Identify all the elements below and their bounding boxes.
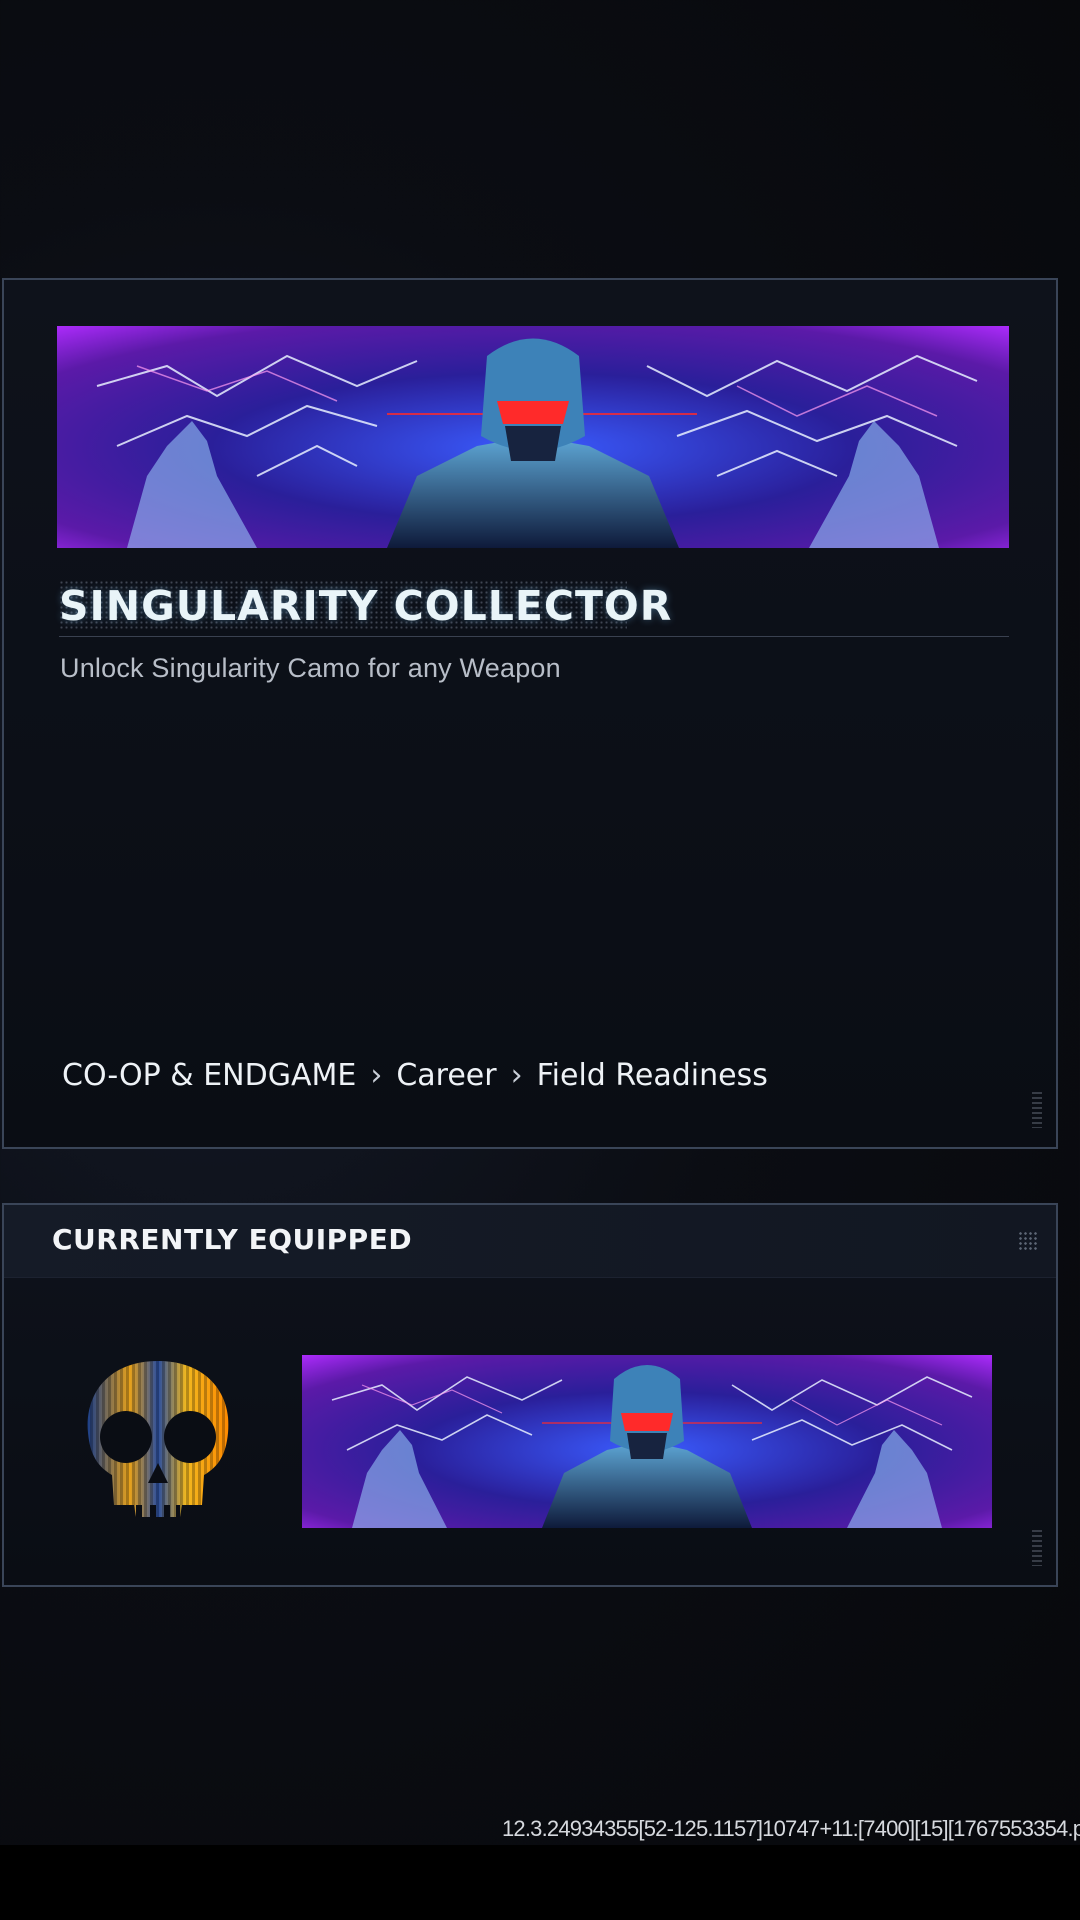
corner-mark [1032, 1530, 1042, 1566]
calling-card-banner [57, 326, 1009, 548]
screen-bottom-letterbox [0, 1845, 1080, 1920]
achievement-title-block: SINGULARITY COLLECTOR [59, 580, 1009, 637]
corner-mark [1032, 1092, 1042, 1128]
achievement-detail-panel: SINGULARITY COLLECTOR Unlock Singularity… [2, 278, 1058, 1149]
equipped-title: CURRENTLY EQUIPPED [52, 1223, 413, 1256]
breadcrumb: CO-OP & ENDGAME › Career › Field Readine… [62, 1058, 768, 1093]
equipped-calling-card[interactable] [302, 1355, 992, 1528]
build-debug-string: 12.3.24934355[52-125.1157]10747+11:[7400… [502, 1816, 1080, 1841]
grid-icon [1018, 1231, 1038, 1251]
achievement-description: Unlock Singularity Camo for any Weapon [60, 653, 561, 683]
currently-equipped-panel: CURRENTLY EQUIPPED [2, 1203, 1058, 1587]
breadcrumb-item-career[interactable]: Career [396, 1058, 496, 1093]
breadcrumb-item-coop[interactable]: CO-OP & ENDGAME [62, 1058, 356, 1093]
breadcrumb-separator: › [370, 1058, 383, 1093]
breadcrumb-item-field-readiness[interactable]: Field Readiness [537, 1058, 768, 1093]
achievement-title: SINGULARITY COLLECTOR [59, 582, 673, 630]
calling-card-art [57, 326, 1009, 548]
equipped-calling-card-art [302, 1355, 992, 1528]
breadcrumb-separator: › [510, 1058, 523, 1093]
skull-emblem-icon[interactable] [78, 1355, 238, 1523]
equipped-header: CURRENTLY EQUIPPED [4, 1205, 1056, 1278]
